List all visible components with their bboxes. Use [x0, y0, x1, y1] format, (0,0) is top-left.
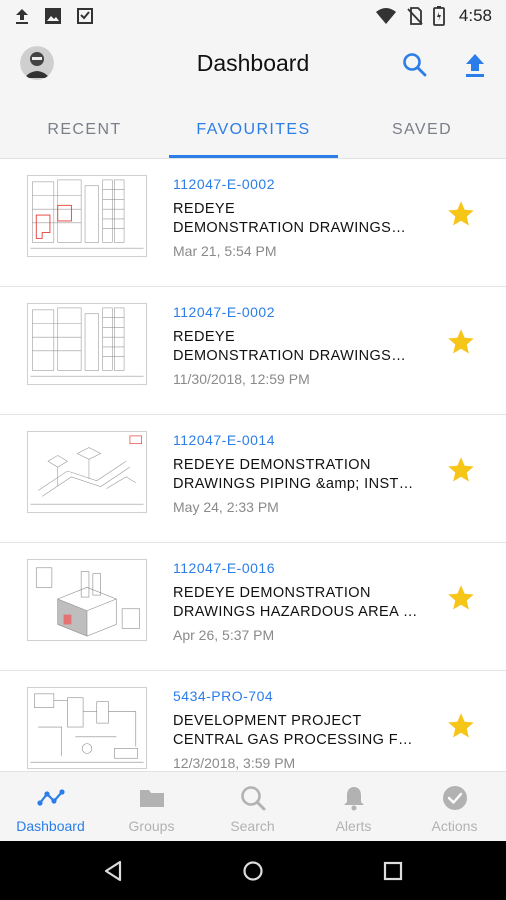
document-title-line: DEMONSTRATION DRAWINGS…: [173, 348, 407, 364]
upload-icon: [16, 9, 28, 24]
app-bar: Dashboard: [0, 32, 506, 100]
page-title: Dashboard: [196, 50, 310, 76]
no-sim-icon: [407, 7, 423, 25]
document-id[interactable]: 112047-E-0014: [173, 432, 275, 448]
document-date: Apr 26, 5:37 PM: [173, 627, 275, 643]
star-icon[interactable]: [446, 583, 476, 613]
document-title-line: REDEYE DEMONSTRATION: [173, 585, 371, 601]
document-title-line: REDEYE DEMONSTRATION: [173, 457, 371, 473]
image-icon: [45, 8, 61, 24]
battery-icon: [433, 6, 445, 26]
document-title: REDEYE DEMONSTRATION DRAWINGS…: [173, 328, 423, 366]
nav-actions[interactable]: Actions: [404, 772, 505, 842]
document-title-line: DEMONSTRATION DRAWINGS…: [173, 220, 407, 236]
document-row[interactable]: 112047-E-0016 REDEYE DEMONSTRATION DRAWI…: [0, 543, 506, 671]
nav-label: Actions: [431, 818, 478, 834]
nav-search[interactable]: Search: [202, 772, 303, 842]
document-row[interactable]: 112047-E-0014 REDEYE DEMONSTRATION DRAWI…: [0, 415, 506, 543]
bottom-navigation: Dashboard Groups Search Alerts Actions: [0, 771, 506, 841]
status-bar: 4:58: [0, 0, 506, 32]
document-date: Mar 21, 5:54 PM: [173, 243, 277, 259]
document-date: 11/30/2018, 12:59 PM: [173, 371, 310, 387]
tab-bar: RECENT FAVOURITES SAVED: [0, 100, 506, 159]
document-row[interactable]: 112047-E-0002 REDEYE DEMONSTRATION DRAWI…: [0, 287, 506, 415]
document-title-line: REDEYE: [173, 201, 236, 217]
document-id[interactable]: 112047-E-0002: [173, 304, 275, 320]
star-icon[interactable]: [446, 199, 476, 229]
back-icon[interactable]: [103, 860, 123, 882]
document-date: May 24, 2:33 PM: [173, 499, 279, 515]
star-icon[interactable]: [446, 711, 476, 741]
clock: 4:58: [458, 6, 492, 25]
document-title: REDEYE DEMONSTRATION DRAWINGS…: [173, 200, 423, 238]
document-thumbnail: [27, 559, 147, 641]
nav-groups[interactable]: Groups: [101, 772, 202, 842]
document-title-line: DRAWINGS HAZARDOUS AREA …: [173, 604, 418, 620]
dashboard-line-icon: [36, 789, 65, 806]
document-thumbnail: [27, 303, 147, 385]
upload-icon[interactable]: [463, 51, 487, 79]
nav-label: Search: [230, 818, 275, 834]
document-id[interactable]: 5434-PRO-704: [173, 688, 273, 704]
document-title-line: CENTRAL GAS PROCESSING F…: [173, 732, 413, 748]
document-date: 12/3/2018, 3:59 PM: [173, 755, 296, 771]
active-tab-indicator: [169, 155, 338, 158]
star-icon[interactable]: [446, 455, 476, 485]
document-title-line: DRAWINGS PIPING &amp; INST…: [173, 476, 414, 492]
nav-label: Dashboard: [16, 818, 85, 834]
nav-dashboard[interactable]: Dashboard: [0, 772, 101, 842]
document-list: 112047-E-0002 REDEYE DEMONSTRATION DRAWI…: [0, 159, 506, 771]
system-icons: 4:58: [375, 6, 492, 26]
document-title: DEVELOPMENT PROJECT CENTRAL GAS PROCESSI…: [173, 712, 423, 750]
search-icon: [240, 786, 265, 811]
document-title: REDEYE DEMONSTRATION DRAWINGS HAZARDOUS …: [173, 584, 423, 622]
nav-alerts[interactable]: Alerts: [303, 772, 404, 842]
document-row[interactable]: 112047-E-0002 REDEYE DEMONSTRATION DRAWI…: [0, 159, 506, 287]
document-row[interactable]: 5434-PRO-704 DEVELOPMENT PROJECT CENTRAL…: [0, 671, 506, 771]
check-circle-icon: [442, 786, 467, 810]
system-navigation-bar: [0, 841, 506, 900]
tab-saved[interactable]: SAVED: [338, 100, 506, 159]
document-thumbnail: [27, 175, 147, 257]
star-icon[interactable]: [446, 327, 476, 357]
document-title: REDEYE DEMONSTRATION DRAWINGS PIPING &am…: [173, 456, 423, 494]
search-icon[interactable]: [402, 52, 428, 78]
notification-icons: [14, 7, 94, 25]
document-id[interactable]: 112047-E-0016: [173, 560, 275, 576]
download-done-icon: [77, 8, 93, 24]
overview-icon[interactable]: [383, 861, 403, 881]
document-thumbnail: [27, 687, 147, 769]
home-icon[interactable]: [242, 860, 264, 882]
bell-icon: [343, 787, 364, 811]
wifi-icon: [375, 8, 396, 24]
tab-favourites[interactable]: FAVOURITES: [169, 100, 338, 159]
nav-label: Alerts: [335, 818, 372, 834]
nav-label: Groups: [128, 818, 175, 834]
folder-icon: [139, 790, 164, 807]
document-id[interactable]: 112047-E-0002: [173, 176, 275, 192]
tab-recent[interactable]: RECENT: [0, 100, 169, 159]
document-title-line: REDEYE: [173, 329, 236, 345]
document-thumbnail: [27, 431, 147, 513]
document-title-line: DEVELOPMENT PROJECT: [173, 713, 362, 729]
